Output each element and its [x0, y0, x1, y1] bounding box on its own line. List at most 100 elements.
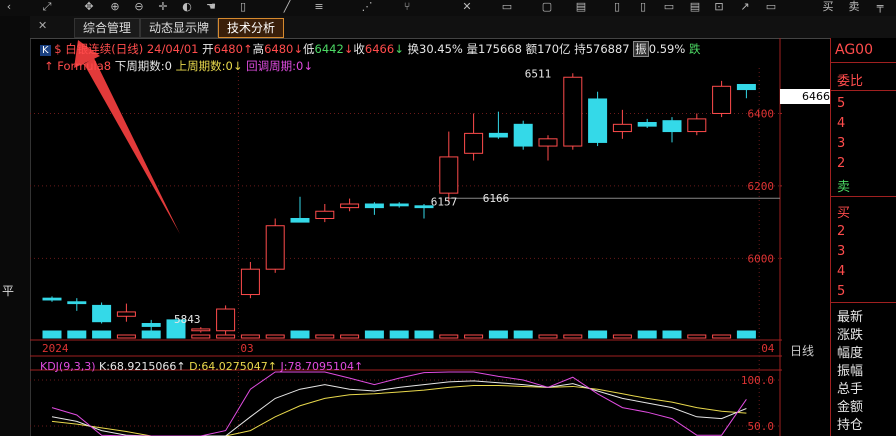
ray-icon[interactable]: ≡ — [312, 0, 326, 14]
hand-icon[interactable]: ☚ — [204, 0, 218, 14]
price-annotation: 6157 — [431, 195, 458, 208]
close-price: 6466 — [364, 42, 395, 56]
quote-date: 24/04/01 — [146, 42, 199, 56]
palette-icon[interactable]: ◐ — [180, 0, 194, 14]
volume-bar — [42, 330, 62, 339]
volume-bar — [364, 330, 384, 339]
flat-label: 平 — [2, 284, 15, 298]
kdj-d-line — [51, 385, 747, 436]
left-strip: 平 — [0, 16, 31, 436]
line-icon[interactable]: ╱ — [280, 0, 294, 14]
kline-badge[interactable]: K — [40, 45, 51, 56]
volume-bar — [166, 330, 186, 339]
window-icon[interactable]: ▭ — [662, 0, 676, 14]
pointer-icon[interactable]: ▯ — [236, 0, 250, 14]
volume-bar — [92, 330, 112, 339]
candle — [216, 308, 236, 332]
volume-bar — [488, 330, 508, 339]
zoom-icon[interactable]: ⤢ — [40, 0, 54, 14]
volume-bar — [141, 330, 161, 339]
price-annotation: 5843 — [174, 313, 201, 326]
candle — [92, 304, 112, 323]
volume-bar — [712, 334, 732, 339]
text-icon[interactable]: ▢ — [540, 0, 554, 14]
volume-bar — [240, 334, 260, 339]
ask-level-2: 2 — [837, 156, 846, 171]
candle — [563, 76, 583, 147]
ask-level-3: 3 — [837, 136, 846, 151]
period-label[interactable]: 日线 — [790, 342, 814, 359]
candle — [141, 323, 161, 327]
arrow-icon[interactable]: ↗ — [738, 0, 752, 14]
quote-info-bar: K $ 白银连续(日线) 24/04/01 开6480↑高6480↓低6442↓… — [40, 41, 701, 57]
rect-icon[interactable]: ▭ — [500, 0, 514, 14]
candle — [464, 132, 484, 154]
volume-bar — [315, 334, 335, 339]
candle — [439, 156, 459, 194]
bid-level-3: 3 — [837, 244, 846, 259]
up-period-count: 0 — [225, 59, 233, 73]
bid-level-4: 4 — [837, 264, 846, 279]
kdj-name[interactable]: KDJ(9,3,3) — [40, 360, 96, 373]
candle — [538, 138, 558, 147]
zoom-in-icon[interactable]: ⊕ — [108, 0, 122, 14]
volume: 175668 — [478, 42, 522, 56]
save-icon[interactable]: ▯ — [610, 0, 624, 14]
kdj-info-bar: KDJ(9,3,3) K:68.9215066↑ D:64.0275047↑ J… — [40, 360, 364, 373]
volume-bar — [439, 334, 459, 339]
kdj-d-value: 64.0275047 — [201, 360, 268, 373]
doc-icon[interactable]: ▤ — [688, 0, 702, 14]
contract-code[interactable]: AG00 — [835, 42, 873, 58]
kdj-k-value: 68.9215066 — [109, 360, 177, 373]
volume-bar — [116, 334, 136, 339]
flat-button[interactable]: ╤ — [872, 0, 888, 14]
move-icon[interactable]: ✥ — [82, 0, 96, 14]
candle — [513, 123, 533, 147]
fan-icon[interactable]: ⋰ — [360, 0, 374, 14]
lock-icon[interactable]: ⊡ — [712, 0, 726, 14]
fork-icon[interactable]: ⑂ — [400, 0, 414, 14]
sell-button[interactable]: 卖 — [846, 0, 862, 14]
open-price: 6480 — [213, 42, 243, 56]
sell-label: 卖 — [837, 180, 851, 195]
volume-bar — [340, 334, 360, 339]
kdj-j-value: 78.7095104 — [287, 360, 354, 373]
candle — [67, 301, 87, 305]
buy-button[interactable]: 买 — [820, 0, 836, 14]
box-icon[interactable]: ▭ — [764, 0, 778, 14]
tab-technical-analysis[interactable]: 技术分析 — [218, 18, 285, 38]
formula-arrow-icon: ↑ — [44, 59, 54, 73]
copy-icon[interactable]: ▯ — [636, 0, 650, 14]
x-tick-label: 03 — [240, 342, 253, 355]
tab-general[interactable]: 综合管理 — [74, 18, 141, 38]
volume-bar — [736, 330, 756, 339]
amount: 170亿 — [537, 42, 571, 56]
tab-dynamic-board[interactable]: 动态显示牌 — [140, 18, 219, 38]
candle — [290, 217, 310, 223]
candle — [488, 132, 508, 138]
low-price: 6442 — [314, 42, 344, 56]
stat-total-volume: 总手 — [837, 382, 864, 397]
bid-level-5: 5 — [837, 284, 846, 299]
tab-bar: ✕ 综合管理 动态显示牌 技术分析 — [30, 16, 896, 39]
candle — [116, 311, 136, 317]
close-icon[interactable]: ✕ — [38, 19, 47, 32]
volume-bar — [563, 334, 583, 339]
zoom-out-icon[interactable]: ⊖ — [132, 0, 146, 14]
crosshair-icon[interactable]: ✛ — [156, 0, 170, 14]
chevron-icon[interactable]: ‹ — [2, 0, 16, 14]
candle — [315, 210, 335, 219]
turnover: 30.45% — [419, 42, 463, 56]
candle — [612, 123, 632, 133]
tool-icon[interactable]: ▤ — [574, 0, 588, 14]
volume-bar — [414, 330, 434, 339]
toolbar: ‹ ⤢ ✥ ⊕ ⊖ ✛ ◐ ☚ ▯ ╱ ≡ ⋰ ⑂ ✕ ▭ ▢ ▤ ▯ ▯ ▭ … — [0, 0, 896, 17]
volume-bar — [67, 330, 87, 339]
amplitude: 0.59% — [648, 42, 686, 56]
candle — [340, 203, 360, 209]
formula-name[interactable]: Formula8 — [57, 59, 111, 73]
volume-bar — [513, 330, 533, 339]
candle — [42, 297, 62, 301]
buy-label: 买 — [837, 206, 851, 221]
cross-icon[interactable]: ✕ — [460, 0, 474, 14]
